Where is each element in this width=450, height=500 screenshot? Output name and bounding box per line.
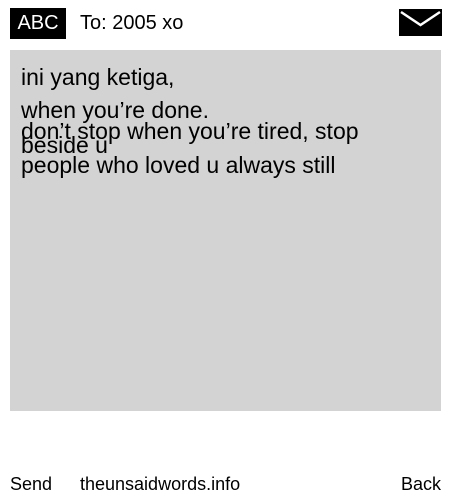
- message-header: ABC To: 2005 xo: [0, 0, 450, 46]
- message-body[interactable]: ini yang ketiga, when you’re done. don’t…: [10, 50, 441, 411]
- back-button[interactable]: Back: [401, 473, 441, 495]
- message-line: ini yang ketiga,: [21, 64, 175, 90]
- recipient-line[interactable]: To: 2005 xo: [80, 10, 183, 36]
- site-link[interactable]: theunsaidwords.info: [80, 473, 240, 495]
- envelope-icon[interactable]: [399, 9, 442, 36]
- input-mode-badge[interactable]: ABC: [10, 8, 66, 39]
- message-line: people who loved u always still: [21, 152, 336, 178]
- send-button[interactable]: Send: [10, 473, 52, 495]
